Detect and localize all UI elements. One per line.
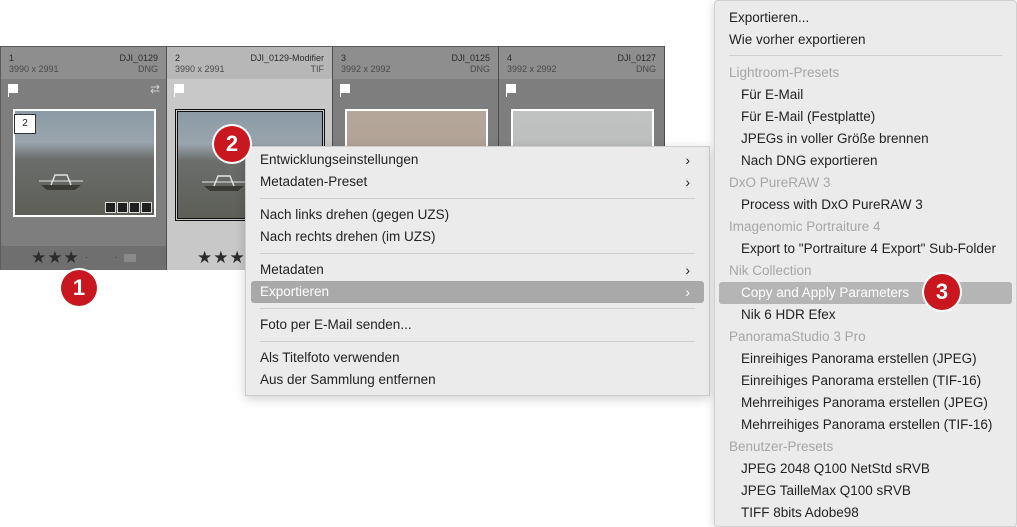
menu-separator bbox=[260, 341, 695, 342]
cell-filetype: DNG bbox=[636, 64, 656, 74]
menu-item-rotate-left[interactable]: Nach links drehen (gegen UZS) bbox=[251, 204, 704, 226]
menu-item-titelfoto[interactable]: Als Titelfoto verwenden bbox=[251, 347, 704, 369]
cell-filetype: TIF bbox=[310, 64, 325, 74]
menu-item-exportieren[interactable]: Exportieren › bbox=[251, 281, 704, 303]
cell-filetype: DNG bbox=[138, 64, 158, 74]
cell-filename: DJI_0129 bbox=[119, 53, 158, 63]
callout-badge-2: 2 bbox=[214, 126, 250, 162]
cell-dimensions: 3990 x 2991 bbox=[9, 64, 59, 74]
flag-icon[interactable] bbox=[340, 84, 350, 97]
export-item-fuer-email-festplatte[interactable]: Für E-Mail (Festplatte) bbox=[719, 106, 1012, 128]
cell-filename: DJI_0129-Modifier bbox=[250, 53, 324, 63]
export-item-pano-single-jpeg[interactable]: Einreihiges Panorama erstellen (JPEG) bbox=[719, 348, 1012, 370]
menu-item-label: Foto per E-Mail senden... bbox=[260, 317, 412, 332]
cell-dimensions: 3992 x 2992 bbox=[341, 64, 391, 74]
cell-index: 3 bbox=[341, 53, 347, 63]
menu-separator bbox=[260, 198, 695, 199]
flag-icon[interactable] bbox=[8, 84, 18, 97]
star-rating[interactable]: ★★★ bbox=[31, 248, 80, 268]
export-item-copy-apply-parameters[interactable]: Copy and Apply Parameters bbox=[719, 282, 1012, 304]
flag-icon[interactable] bbox=[506, 84, 516, 97]
export-item-nik-hdr[interactable]: Nik 6 HDR Efex bbox=[719, 304, 1012, 326]
menu-item-label: Aus der Sammlung entfernen bbox=[260, 372, 436, 387]
cell-dimensions: 3990 x 2991 bbox=[175, 64, 225, 74]
menu-separator bbox=[260, 253, 695, 254]
chevron-right-icon: › bbox=[685, 284, 690, 300]
menu-item-label: Exportieren bbox=[260, 284, 330, 299]
export-item-fuer-email[interactable]: Für E-Mail bbox=[719, 84, 1012, 106]
export-section-dxo: DxO PureRAW 3 bbox=[729, 175, 831, 190]
boat-icon bbox=[39, 174, 83, 190]
cell-dimensions: 3992 x 2992 bbox=[507, 64, 557, 74]
cell-header: 4 DJI_0127 3992 x 2992 DNG bbox=[499, 47, 664, 79]
cell-filename: DJI_0125 bbox=[451, 53, 490, 63]
develop-icon bbox=[141, 202, 152, 213]
export-item-wie-vorher[interactable]: Wie vorher exportieren bbox=[719, 29, 1012, 51]
cell-index: 2 bbox=[175, 53, 181, 63]
star-rating[interactable]: ★★★ bbox=[197, 248, 246, 268]
menu-item-entwicklungseinstellungen[interactable]: Entwicklungseinstellungen › bbox=[251, 149, 704, 171]
swap-icon: ⇄ bbox=[149, 82, 160, 96]
callout-badge-3: 3 bbox=[924, 274, 960, 310]
export-section-benutzer-presets: Benutzer-Presets bbox=[729, 439, 834, 454]
menu-separator bbox=[260, 308, 695, 309]
boat-icon bbox=[202, 175, 246, 191]
cell-header: 2 DJI_0129-Modifier 3990 x 2991 TIF bbox=[167, 47, 332, 79]
collection-icon bbox=[117, 202, 128, 213]
cell-header: 3 DJI_0125 3992 x 2992 DNG bbox=[333, 47, 498, 79]
menu-item-label: Metadaten bbox=[260, 262, 324, 277]
menu-item-email[interactable]: Foto per E-Mail senden... bbox=[251, 314, 704, 336]
menu-item-remove-from-collection[interactable]: Aus der Sammlung entfernen bbox=[251, 369, 704, 391]
export-item-tiff-8bits[interactable]: TIFF 8bits Adobe98 bbox=[719, 502, 1012, 524]
menu-item-rotate-right[interactable]: Nach rechts drehen (im UZS) bbox=[251, 226, 704, 248]
comment-icon bbox=[105, 202, 116, 213]
menu-item-metadaten[interactable]: Metadaten › bbox=[251, 259, 704, 281]
chevron-right-icon: › bbox=[685, 152, 690, 168]
export-section-panoramastudio: PanoramaStudio 3 Pro bbox=[729, 329, 866, 344]
cell-index: 1 bbox=[9, 53, 15, 63]
export-section-lightroom-presets: Lightroom-Presets bbox=[729, 65, 840, 80]
export-section-nik: Nik Collection bbox=[729, 263, 812, 278]
context-menu: Entwicklungseinstellungen › Metadaten-Pr… bbox=[245, 146, 710, 396]
thumbnail-badges bbox=[105, 202, 152, 213]
export-item-jpeg-2048[interactable]: JPEG 2048 Q100 NetStd sRVB bbox=[719, 458, 1012, 480]
menu-item-label: Entwicklungseinstellungen bbox=[260, 152, 419, 167]
cell-index: 4 bbox=[507, 53, 513, 63]
menu-item-label: Als Titelfoto verwenden bbox=[260, 350, 400, 365]
crop-icon bbox=[129, 202, 140, 213]
cell-header: 1 DJI_0129 3990 x 2991 DNG bbox=[1, 47, 166, 79]
rating-dots: · · bbox=[85, 252, 130, 262]
export-item-exportieren[interactable]: Exportieren... bbox=[719, 7, 1012, 29]
menu-separator bbox=[729, 55, 1002, 56]
menu-item-metadaten-preset[interactable]: Metadaten-Preset › bbox=[251, 171, 704, 193]
export-item-pano-single-tif[interactable]: Einreihiges Panorama erstellen (TIF-16) bbox=[719, 370, 1012, 392]
export-item-pano-multi-tif[interactable]: Mehrreihiges Panorama erstellen (TIF-16) bbox=[719, 414, 1012, 436]
export-submenu: Exportieren... Wie vorher exportieren Li… bbox=[714, 0, 1017, 527]
callout-badge-1: 1 bbox=[61, 270, 97, 306]
export-item-portraiture[interactable]: Export to "Portraiture 4 Export" Sub-Fol… bbox=[719, 238, 1012, 260]
export-item-pano-multi-jpeg[interactable]: Mehrreihiges Panorama erstellen (JPEG) bbox=[719, 392, 1012, 414]
chevron-right-icon: › bbox=[685, 262, 690, 278]
color-label-icon bbox=[124, 254, 136, 262]
filmstrip-cell-1[interactable]: 1 DJI_0129 3990 x 2991 DNG ⇄ 2 ★★★ · · bbox=[1, 47, 167, 270]
export-item-jpeg-taillemax[interactable]: JPEG TailleMax Q100 sRVB bbox=[719, 480, 1012, 502]
menu-item-label: Metadaten-Preset bbox=[260, 174, 368, 189]
menu-item-label: Nach rechts drehen (im UZS) bbox=[260, 229, 436, 244]
cell-filetype: DNG bbox=[470, 64, 490, 74]
cell-filename: DJI_0127 bbox=[617, 53, 656, 63]
flag-icon[interactable] bbox=[174, 84, 184, 97]
export-item-jpegs-brennen[interactable]: JPEGs in voller Größe brennen bbox=[719, 128, 1012, 150]
cell-footer: ★★★ · · bbox=[1, 246, 166, 270]
export-section-imagenomic: Imagenomic Portraiture 4 bbox=[729, 219, 881, 234]
export-item-nach-dng[interactable]: Nach DNG exportieren bbox=[719, 150, 1012, 172]
stack-badge: 2 bbox=[14, 114, 36, 134]
menu-item-label: Nach links drehen (gegen UZS) bbox=[260, 207, 450, 222]
chevron-right-icon: › bbox=[685, 174, 690, 190]
export-item-dxo-process[interactable]: Process with DxO PureRAW 3 bbox=[719, 194, 1012, 216]
